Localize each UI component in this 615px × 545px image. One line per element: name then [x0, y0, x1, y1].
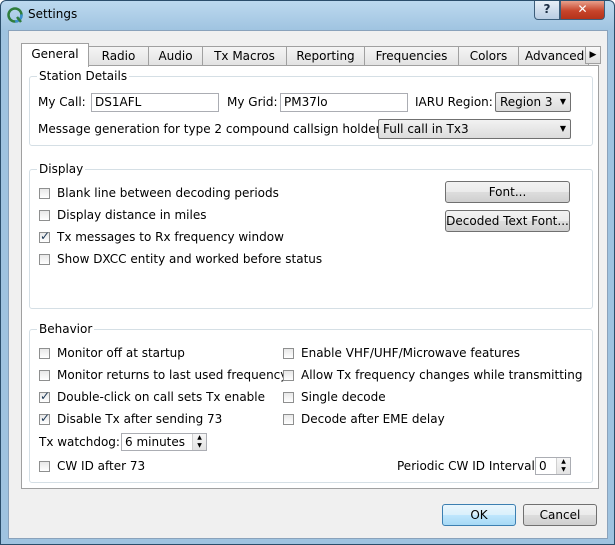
monitor-returns-checkbox[interactable]: Monitor returns to last used frequency [39, 368, 287, 385]
monitor-off-startup-checkbox[interactable]: Monitor off at startup [39, 346, 279, 363]
checkbox-label: Decode after EME delay [301, 412, 445, 426]
checkbox-label: Allow Tx frequency changes while transmi… [301, 368, 583, 382]
checkbox-label: Double-click on call sets Tx enable [57, 390, 266, 404]
chevron-down-icon: ▼ [559, 124, 566, 133]
my-grid-input[interactable]: PM37lo [280, 93, 408, 112]
checkmark-icon: ✓ [40, 389, 51, 403]
checkbox-box [283, 348, 294, 359]
tab-reporting[interactable]: Reporting [286, 46, 365, 66]
iaru-region-label: IARU Region: [415, 95, 493, 109]
single-decode-checkbox[interactable]: Single decode [283, 390, 583, 407]
checkbox-box [39, 210, 50, 221]
tab-colors[interactable]: Colors [458, 46, 519, 66]
app-icon [7, 7, 23, 23]
general-tab-page: Station Details My Call: DS1AFL My Grid:… [21, 65, 599, 489]
tab-frequencies[interactable]: Frequencies [364, 46, 459, 66]
my-grid-label: My Grid: [227, 95, 278, 109]
message-generation-select[interactable]: Full call in Tx3 ▼ [378, 119, 571, 139]
tx-watchdog-spinbox[interactable]: 6 minutes ▲ ▼ [121, 433, 207, 451]
tx-watchdog-value: 6 minutes [125, 435, 186, 449]
tab-audio[interactable]: Audio [148, 46, 203, 66]
distance-miles-checkbox[interactable]: Display distance in miles [39, 208, 359, 225]
checkbox-box [39, 370, 50, 381]
station-details-group: Station Details My Call: DS1AFL My Grid:… [29, 69, 593, 146]
dialog-client: General Radio Audio Tx Macros Reporting … [8, 30, 608, 539]
close-button[interactable]: ✕ [560, 1, 605, 20]
decoded-text-font-button[interactable]: Decoded Text Font... [445, 210, 570, 232]
triangle-right-icon: ▶ [589, 50, 597, 60]
my-call-input[interactable]: DS1AFL [91, 93, 219, 112]
checkbox-label: Enable VHF/UHF/Microwave features [301, 346, 520, 360]
font-button[interactable]: Font... [445, 181, 570, 203]
blank-line-checkbox[interactable]: Blank line between decoding periods [39, 186, 359, 203]
checkbox-box: ✓ [39, 411, 51, 425]
allow-tx-freq-changes-checkbox[interactable]: Allow Tx frequency changes while transmi… [283, 368, 583, 385]
spin-arrows-icon[interactable]: ▲ ▼ [192, 434, 206, 450]
cancel-button[interactable]: Cancel [523, 504, 597, 526]
checkmark-icon: ✓ [40, 229, 51, 243]
checkbox-box [283, 392, 294, 403]
tab-general[interactable]: General [21, 43, 89, 67]
tx-watchdog-label: Tx watchdog: [39, 435, 120, 449]
my-call-label: My Call: [38, 95, 86, 109]
iaru-region-value: Region 3 [500, 95, 553, 109]
checkbox-box [39, 348, 50, 359]
settings-window: Settings ? ✕ General Radio Audio Tx Macr… [0, 0, 615, 545]
tab-strip: General Radio Audio Tx Macros Reporting … [21, 43, 601, 67]
checkbox-box [39, 188, 50, 199]
chevron-down-icon: ▼ [559, 97, 566, 106]
station-details-title: Station Details [37, 69, 130, 83]
cw-id-interval-spinbox[interactable]: 0 ▲ ▼ [535, 457, 571, 475]
display-title: Display [37, 162, 86, 176]
checkbox-box [39, 254, 50, 265]
message-generation-value: Full call in Tx3 [383, 122, 469, 136]
tab-scroll-right-button[interactable]: ▶ [585, 46, 601, 64]
checkbox-label: Single decode [301, 390, 386, 404]
checkbox-box [283, 414, 294, 425]
checkbox-label: Blank line between decoding periods [57, 186, 279, 200]
behavior-group: Behavior Monitor off at startup Monitor … [29, 322, 593, 483]
help-button[interactable]: ? [534, 1, 560, 20]
checkbox-box [39, 461, 50, 472]
cw-id-after-73-checkbox[interactable]: CW ID after 73 [39, 459, 199, 476]
checkbox-label: Display distance in miles [57, 208, 207, 222]
disable-tx-after-73-checkbox[interactable]: ✓ Disable Tx after sending 73 [39, 411, 279, 429]
message-generation-label: Message generation for type 2 compound c… [38, 122, 391, 136]
title-bar[interactable]: Settings ? ✕ [1, 1, 614, 29]
checkbox-label: Monitor off at startup [57, 346, 185, 360]
decode-after-eme-checkbox[interactable]: Decode after EME delay [283, 412, 583, 429]
tab-advanced[interactable]: Advanced [518, 46, 589, 66]
vhf-uhf-features-checkbox[interactable]: Enable VHF/UHF/Microwave features [283, 346, 583, 363]
window-title: Settings [28, 7, 78, 21]
display-group: Display Blank line between decoding peri… [29, 162, 593, 309]
tab-radio[interactable]: Radio [88, 46, 149, 66]
checkbox-box: ✓ [39, 229, 51, 243]
checkbox-label: CW ID after 73 [57, 459, 146, 473]
checkbox-label: Disable Tx after sending 73 [57, 412, 223, 426]
tx-messages-rx-checkbox[interactable]: ✓ Tx messages to Rx frequency window [39, 229, 359, 247]
spin-arrows-icon[interactable]: ▲ ▼ [556, 458, 570, 474]
behavior-title: Behavior [37, 322, 95, 336]
cw-id-interval-label: Periodic CW ID Interval: [397, 459, 539, 473]
cw-id-interval-value: 0 [539, 459, 547, 473]
checkbox-box: ✓ [39, 389, 51, 403]
checkmark-icon: ✓ [40, 411, 51, 425]
tab-tx-macros[interactable]: Tx Macros [202, 46, 287, 66]
ok-button[interactable]: OK [442, 504, 516, 526]
iaru-region-select[interactable]: Region 3 ▼ [495, 92, 571, 112]
checkbox-label: Tx messages to Rx frequency window [57, 230, 284, 244]
double-click-tx-enable-checkbox[interactable]: ✓ Double-click on call sets Tx enable [39, 389, 279, 407]
checkbox-box [283, 370, 294, 381]
checkbox-label: Monitor returns to last used frequency [57, 368, 288, 382]
show-dxcc-checkbox[interactable]: Show DXCC entity and worked before statu… [39, 252, 359, 269]
checkbox-label: Show DXCC entity and worked before statu… [57, 252, 323, 266]
